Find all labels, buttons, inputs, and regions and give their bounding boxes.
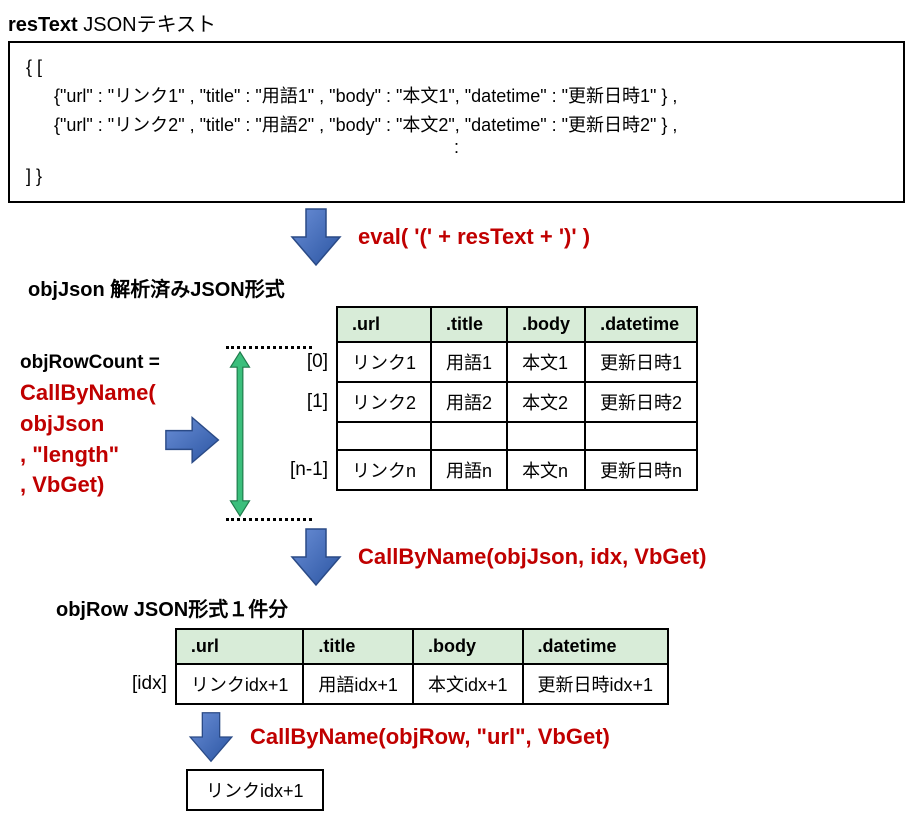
json-text-box: { [ {"url" : "リンク1" , "title" : "用語1" , …	[8, 41, 905, 203]
dotted-line-top	[226, 346, 312, 349]
cell: リンクidx+1	[176, 664, 304, 704]
table-idx-blank	[276, 307, 337, 342]
table-row: [0] リンク1 用語1 本文1 更新日時1	[276, 342, 697, 382]
dotted-line-bottom	[226, 518, 312, 521]
second-table-wrap: .url .title .body .datetime [idx] リンクidx…	[118, 628, 905, 705]
cell: 更新日時2	[585, 382, 697, 422]
col-title: .title	[431, 307, 507, 342]
col-body: .body	[507, 307, 585, 342]
down-arrow-icon	[288, 207, 344, 267]
main-table-area: objRowCount = CallByName( objJson , "len…	[20, 306, 905, 523]
step2-label: CallByName(objJson, idx, VbGet)	[358, 544, 706, 570]
var-restext: resText	[8, 14, 78, 36]
step3-label: CallByName(objRow, "url", VbGet)	[250, 724, 610, 750]
cell: 用語2	[431, 382, 507, 422]
left-labels: objRowCount = CallByName( objJson , "len…	[20, 306, 220, 501]
cell: 用語n	[431, 450, 507, 490]
cell: 用語1	[431, 342, 507, 382]
json-close: ] }	[26, 162, 887, 191]
idx-n: [n-1]	[276, 450, 337, 490]
objrow-label: objRow JSON形式１件分	[56, 593, 905, 622]
idx-1: [1]	[276, 382, 337, 422]
arrow-row-2: CallByName(objJson, idx, VbGet)	[8, 527, 905, 587]
json-open: { [	[26, 53, 887, 82]
result-box: リンクidx+1	[186, 769, 324, 811]
col2-datetime: .datetime	[523, 629, 669, 664]
objjson-var: objJson	[28, 279, 105, 301]
cell: リンク1	[337, 342, 431, 382]
objrow-table: .url .title .body .datetime [idx] リンクidx…	[118, 628, 669, 705]
result-value: リンクidx+1	[206, 781, 304, 801]
objrowcount-label: objRowCount =	[20, 352, 220, 374]
vertical-double-arrow-icon	[228, 342, 252, 518]
cell: 用語idx+1	[303, 664, 413, 704]
col2-body: .body	[413, 629, 523, 664]
cell: リンク2	[337, 382, 431, 422]
objrow-var: objRow	[56, 599, 128, 621]
cell: 本文1	[507, 342, 585, 382]
down-arrow-icon	[288, 527, 344, 587]
idx-idx: [idx]	[118, 664, 176, 704]
objjson-jp: 解析済みJSON形式	[105, 279, 285, 301]
call-length-block: CallByName( objJson , "length" , VbGet)	[20, 378, 220, 501]
col-url: .url	[337, 307, 431, 342]
header-line: resText JSONテキスト	[8, 8, 905, 37]
right-arrow-icon	[164, 412, 220, 468]
header-jp: JSONテキスト	[78, 14, 216, 36]
table-row: [1] リンク2 用語2 本文2 更新日時2	[276, 382, 697, 422]
table-row: [idx] リンクidx+1 用語idx+1 本文idx+1 更新日時idx+1	[118, 664, 668, 704]
json-table: .url .title .body .datetime [0] リンク1 用語1…	[276, 306, 698, 491]
objjson-label: objJson 解析済みJSON形式	[28, 273, 905, 302]
table-row: [n-1] リンクn 用語n 本文n 更新日時n	[276, 450, 697, 490]
col2-title: .title	[303, 629, 413, 664]
cell: 更新日時idx+1	[523, 664, 669, 704]
cell: リンクn	[337, 450, 431, 490]
col2-url: .url	[176, 629, 304, 664]
arrow-row-1: eval( '(' + resText + ')' )	[8, 207, 905, 267]
col-datetime: .datetime	[585, 307, 697, 342]
table-row-ellipsis	[276, 422, 697, 450]
call-length-text: CallByName( objJson , "length" , VbGet)	[20, 378, 156, 501]
double-arrow-area	[228, 306, 268, 523]
cell: 更新日時1	[585, 342, 697, 382]
json-row-1: {"url" : "リンク1" , "title" : "用語1" , "bod…	[26, 82, 887, 111]
cell: 更新日時n	[585, 450, 697, 490]
cell: 本文2	[507, 382, 585, 422]
eval-label: eval( '(' + resText + ')' )	[358, 224, 590, 250]
arrow-row-3: CallByName(objRow, "url", VbGet)	[186, 711, 905, 763]
down-arrow-icon	[186, 711, 236, 763]
cell: 本文n	[507, 450, 585, 490]
objrow-jp: JSON形式１件分	[128, 599, 288, 621]
cell: 本文idx+1	[413, 664, 523, 704]
